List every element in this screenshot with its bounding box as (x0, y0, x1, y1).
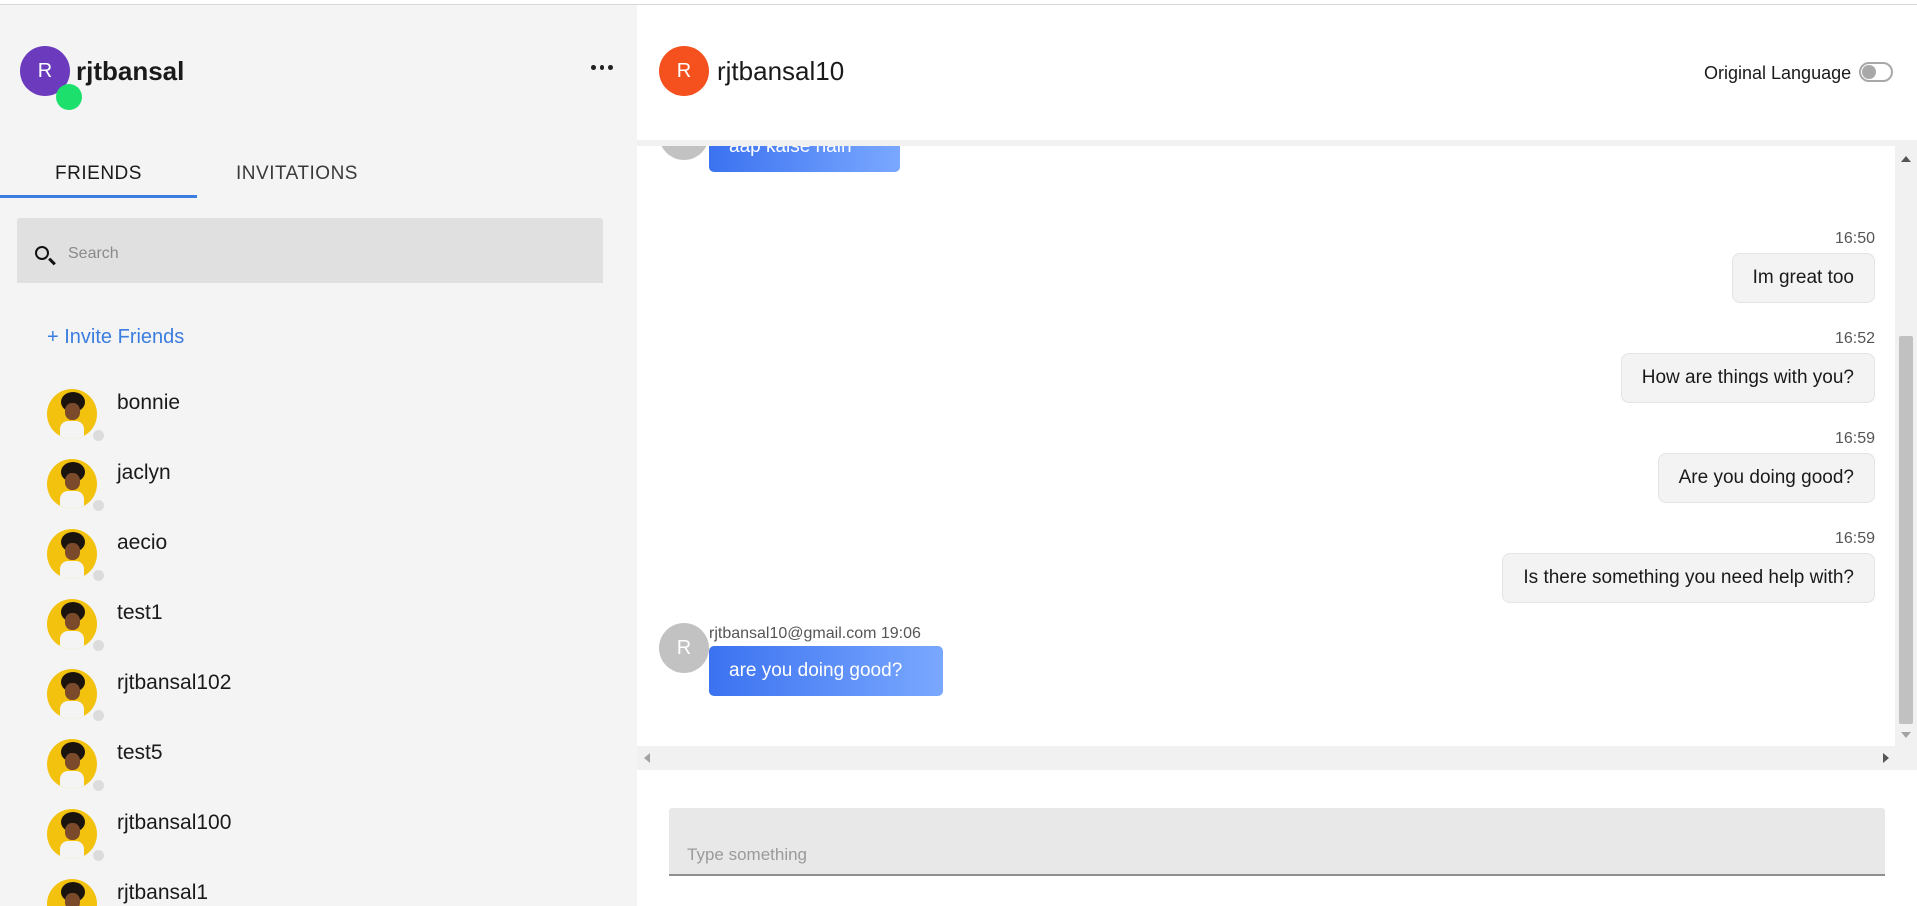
chat-panel: R rjtbansal10 Original Language R aap ka… (637, 5, 1917, 906)
avatar-face-shape (65, 403, 80, 420)
offline-status-dot (91, 638, 106, 653)
friend-list-item[interactable]: bonnie (0, 383, 637, 453)
friend-list-item[interactable]: rjtbansal1 (0, 873, 637, 906)
avatar-shirt-shape (60, 771, 84, 789)
scrollbar-thumb[interactable] (1899, 336, 1913, 724)
contact-avatar[interactable]: R (659, 46, 709, 96)
chat-header: R rjtbansal10 Original Language (637, 5, 1917, 146)
avatar-shirt-shape (60, 421, 84, 439)
message-time: 16:59 (1834, 430, 1875, 447)
friend-name: test1 (117, 601, 163, 624)
message-composer[interactable] (669, 808, 1885, 876)
avatar-face-shape (65, 473, 80, 490)
offline-status-dot (91, 498, 106, 513)
avatar-shirt-shape (60, 701, 84, 719)
friend-avatar (47, 809, 97, 859)
message-time: 16:50 (1834, 230, 1875, 247)
sidebar: R rjtbansal FRIENDS INVITATIONS + Invite… (0, 5, 637, 906)
friend-list-item[interactable]: test5 (0, 733, 637, 803)
avatar-shirt-shape (60, 561, 84, 579)
friend-list-item[interactable]: jaclyn (0, 453, 637, 523)
friend-avatar (47, 669, 97, 719)
offline-status-dot (91, 568, 106, 583)
friend-list-item[interactable]: rjtbansal102 (0, 663, 637, 733)
scroll-up-arrow-icon[interactable] (1901, 156, 1911, 162)
friend-avatar (47, 599, 97, 649)
friend-avatar (47, 529, 97, 579)
avatar-face-shape (65, 893, 80, 906)
friend-name: rjtbansal1 (117, 881, 209, 904)
friend-avatar (47, 879, 97, 906)
user-name: rjtbansal (76, 56, 185, 86)
avatar-shirt-shape (60, 631, 84, 649)
friend-name: rjtbansal100 (117, 811, 232, 834)
offline-status-dot (91, 848, 106, 863)
offline-status-dot (91, 428, 106, 443)
offline-status-dot (91, 708, 106, 723)
avatar-shirt-shape (60, 491, 84, 509)
message-bubble-outgoing: How are things with you? (1620, 353, 1875, 403)
scroll-down-arrow-icon[interactable] (1901, 732, 1911, 738)
sender-avatar: R (659, 623, 709, 673)
avatar-face-shape (65, 683, 80, 700)
message-sender-meta: rjtbansal10@gmail.com 19:06 (709, 625, 921, 642)
scroll-left-arrow-icon[interactable] (644, 753, 650, 763)
search-icon (35, 246, 49, 260)
active-tab-indicator (0, 195, 197, 198)
friend-avatar (47, 459, 97, 509)
friend-avatar (47, 739, 97, 789)
avatar-face-shape (65, 823, 80, 840)
original-language-label: Original Language (1704, 63, 1852, 83)
friend-list-item[interactable]: rjtbansal100 (0, 803, 637, 873)
friend-name: rjtbansal102 (117, 671, 232, 694)
friend-list: bonnie jaclyn aecio test1 rjtbansal102 test5 r… (0, 383, 637, 906)
avatar-shirt-shape (60, 841, 84, 859)
friend-name: test5 (117, 741, 163, 764)
friend-list-item[interactable]: test1 (0, 593, 637, 663)
horizontal-scrollbar[interactable] (637, 746, 1917, 770)
more-options-icon[interactable] (591, 65, 614, 75)
avatar-face-shape (65, 613, 80, 630)
avatar-face-shape (65, 753, 80, 770)
message-time: 16:59 (1834, 530, 1875, 547)
sender-avatar: R (659, 146, 709, 160)
search-box[interactable] (17, 218, 603, 283)
friend-avatar (47, 389, 97, 439)
invite-friends-link[interactable]: + Invite Friends (47, 326, 184, 349)
online-status-dot (56, 84, 82, 110)
contact-name: rjtbansal10 (717, 56, 845, 86)
toggle-knob (1862, 65, 1876, 79)
tab-invitations[interactable]: INVITATIONS (197, 145, 397, 203)
friend-list-item[interactable]: aecio (0, 523, 637, 593)
message-bubble-outgoing: Is there something you need help with? (1502, 553, 1875, 603)
message-time: 16:52 (1834, 330, 1875, 347)
friend-name: aecio (117, 531, 168, 554)
search-input[interactable] (66, 242, 590, 266)
friend-name: jaclyn (117, 461, 171, 484)
scroll-right-arrow-icon[interactable] (1883, 753, 1889, 763)
message-bubble-outgoing: Im great too (1731, 253, 1875, 303)
original-language-toggle[interactable] (1859, 62, 1893, 82)
friend-name: bonnie (117, 391, 181, 414)
message-input[interactable] (685, 842, 1869, 868)
message-bubble-incoming: are you doing good? (709, 646, 943, 696)
vertical-scrollbar[interactable] (1895, 146, 1917, 746)
message-bubble-outgoing: Are you doing good? (1657, 453, 1875, 503)
avatar-face-shape (65, 543, 80, 560)
offline-status-dot (91, 778, 106, 793)
message-bubble-incoming: aap kaise hain (709, 146, 900, 172)
message-list[interactable]: R aap kaise hain 16:50 Im great too 16:5… (637, 146, 1895, 746)
